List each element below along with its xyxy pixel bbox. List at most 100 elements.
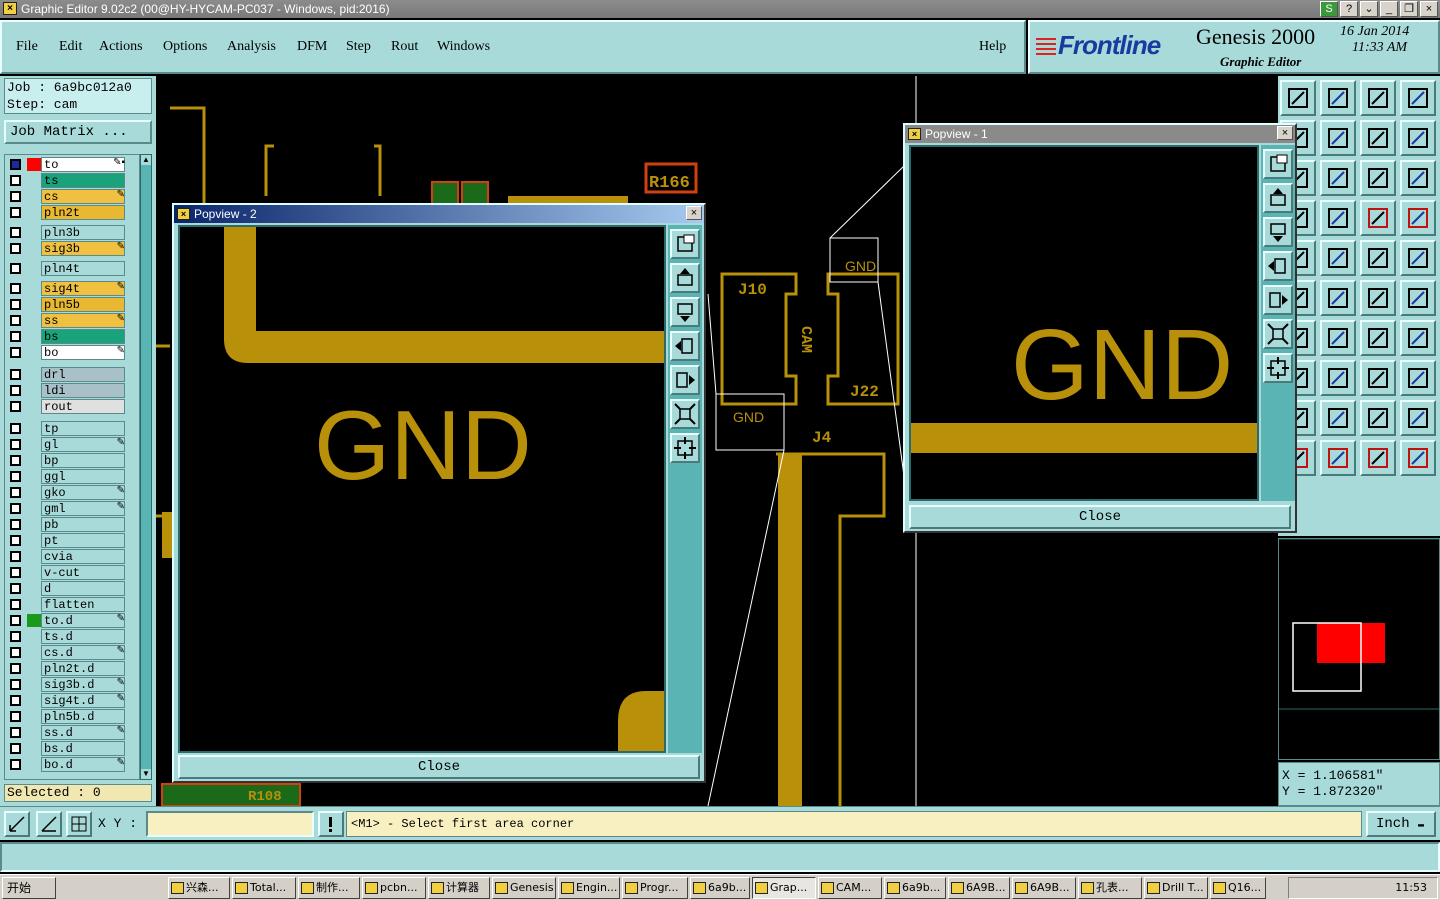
triangle4-icon[interactable]: [1400, 400, 1436, 436]
layer-row[interactable]: pln2t.d: [5, 661, 141, 676]
pop-pan-left-icon[interactable]: [670, 331, 700, 361]
layer-checkbox[interactable]: [10, 159, 21, 170]
scroll-down-icon[interactable]: ▼: [141, 769, 151, 779]
measure-icon[interactable]: [36, 811, 62, 837]
layer-name[interactable]: ss: [41, 313, 125, 328]
undo-icon[interactable]: [1360, 120, 1396, 156]
taskbar-item[interactable]: Q16...: [1210, 877, 1266, 899]
start-button[interactable]: 开始: [2, 877, 56, 899]
layer-checkbox[interactable]: [10, 663, 21, 674]
taskbar-item[interactable]: 6a9b...: [884, 877, 946, 899]
layer-checkbox[interactable]: [10, 647, 21, 658]
pop-zoom-in-icon[interactable]: [670, 433, 700, 463]
net-icon[interactable]: [1400, 440, 1436, 476]
layer-row[interactable]: bo.d ✎: [5, 757, 141, 772]
layer-row[interactable]: pln2t: [5, 205, 141, 220]
layer-row[interactable]: pln5b: [5, 297, 141, 312]
net-red-icon[interactable]: [1360, 200, 1396, 236]
flip-icon[interactable]: [1320, 360, 1356, 396]
pop-pan-down-icon[interactable]: [1263, 217, 1293, 247]
layer-checkbox[interactable]: [10, 535, 21, 546]
layer-name[interactable]: ss.d: [41, 725, 125, 740]
window-icon[interactable]: [1400, 80, 1436, 116]
taskbar-item[interactable]: 制作...: [298, 877, 360, 899]
pop-pan-right-icon[interactable]: [670, 365, 700, 395]
layer-name[interactable]: cs: [41, 189, 125, 204]
layer-checkbox[interactable]: [10, 315, 21, 326]
layer-checkbox[interactable]: [10, 331, 21, 342]
scale-icon[interactable]: [1360, 160, 1396, 196]
shapes-icon[interactable]: [1400, 360, 1436, 396]
help-icon[interactable]: ?: [1340, 1, 1358, 17]
taskbar-item[interactable]: Total...: [232, 877, 296, 899]
layer-name[interactable]: ts: [41, 173, 125, 188]
layer-row[interactable]: bp: [5, 453, 141, 468]
scroll-up-icon[interactable]: ▲: [141, 155, 151, 165]
layer-name[interactable]: ldi: [41, 383, 125, 398]
layer-name[interactable]: pln3b: [41, 225, 125, 240]
export-icon[interactable]: [1320, 120, 1356, 156]
layer-name[interactable]: drl: [41, 367, 125, 382]
layer-name[interactable]: tp: [41, 421, 125, 436]
layer-row[interactable]: sig3b ✎: [5, 241, 141, 256]
layer-name[interactable]: pb: [41, 517, 125, 532]
taskbar-item[interactable]: CAM...: [818, 877, 882, 899]
layer-checkbox[interactable]: [10, 551, 21, 562]
overview-map[interactable]: [1278, 538, 1440, 760]
layer-checkbox[interactable]: [10, 263, 21, 274]
popview-2-close-button[interactable]: Close: [178, 755, 700, 779]
layer-checkbox[interactable]: [10, 615, 21, 626]
layer-row[interactable]: flatten: [5, 597, 141, 612]
layer-name[interactable]: pln5b: [41, 297, 125, 312]
layer-name[interactable]: pln2t.d: [41, 661, 125, 676]
pop-pan-left-icon[interactable]: [1263, 251, 1293, 281]
popview-1-close-icon[interactable]: ×: [1277, 126, 1293, 140]
layer-checkbox[interactable]: [10, 423, 21, 434]
menu-edit[interactable]: Edit: [59, 39, 82, 55]
layer-row[interactable]: gml ✎: [5, 501, 141, 516]
layer-row[interactable]: cvia: [5, 549, 141, 564]
layer-checkbox[interactable]: [10, 743, 21, 754]
layer-row[interactable]: ts.d: [5, 629, 141, 644]
layer-name[interactable]: cs.d: [41, 645, 125, 660]
taskbar-item[interactable]: 兴森...: [168, 877, 230, 899]
arrow-blue-icon[interactable]: [1400, 280, 1436, 316]
layer-checkbox[interactable]: [10, 631, 21, 642]
layer-row[interactable]: tp: [5, 421, 141, 436]
taskbar-item[interactable]: Progr...: [622, 877, 688, 899]
pop-zoom-window-icon[interactable]: [670, 229, 700, 259]
ruler2-icon[interactable]: [1360, 360, 1396, 396]
popview-1-view[interactable]: GND: [909, 145, 1259, 501]
layer-row[interactable]: pln4t: [5, 261, 141, 276]
taskbar-item[interactable]: Engin...: [558, 877, 620, 899]
save-icon[interactable]: [1320, 80, 1356, 116]
layer-row[interactable]: sig4t ✎: [5, 281, 141, 296]
layer-row[interactable]: pb: [5, 517, 141, 532]
layer-checkbox[interactable]: [10, 283, 21, 294]
layer-name[interactable]: gko: [41, 485, 125, 500]
taskbar-item[interactable]: 6A9B...: [1012, 877, 1076, 899]
layer-row[interactable]: bs: [5, 329, 141, 344]
pad-icon[interactable]: [1400, 240, 1436, 276]
pop-zoom-out-icon[interactable]: [670, 399, 700, 429]
fff-icon[interactable]: [1400, 320, 1436, 356]
popview-1-titlebar[interactable]: × Popview - 1 ×: [905, 125, 1295, 143]
layer-name[interactable]: sig3b: [41, 241, 125, 256]
cross-icon[interactable]: [1320, 280, 1356, 316]
layer-row[interactable]: bs.d: [5, 741, 141, 756]
layer-checkbox[interactable]: [10, 695, 21, 706]
layer-row[interactable]: gl ✎: [5, 437, 141, 452]
layer-name[interactable]: pln2t: [41, 205, 125, 220]
net-red2-icon[interactable]: [1400, 200, 1436, 236]
layer-checkbox[interactable]: [10, 207, 21, 218]
menu-actions[interactable]: Actions: [99, 39, 143, 55]
layer-checkbox[interactable]: [10, 567, 21, 578]
menu-help[interactable]: Help: [979, 39, 1006, 55]
minimize-button[interactable]: _: [1380, 1, 1398, 17]
layer-name[interactable]: pt: [41, 533, 125, 548]
pointer3-icon[interactable]: [1360, 440, 1396, 476]
pop-pan-down-icon[interactable]: [670, 297, 700, 327]
layer-row[interactable]: cs.d ✎: [5, 645, 141, 660]
open-job-icon[interactable]: [1280, 80, 1316, 116]
layer-name[interactable]: bp: [41, 453, 125, 468]
